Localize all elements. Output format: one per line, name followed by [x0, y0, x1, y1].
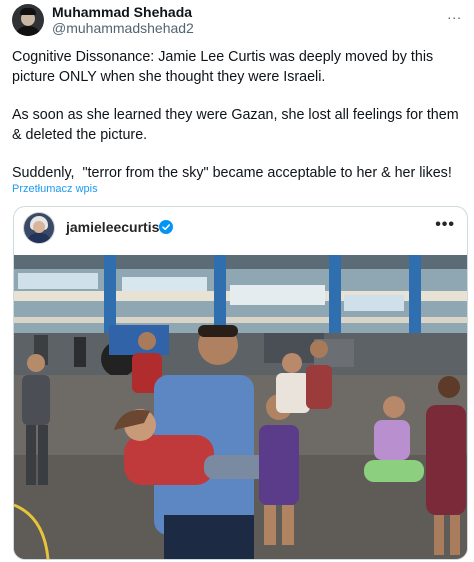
embedded-author-avatar[interactable] [24, 213, 54, 243]
tweet-paragraph-2: As soon as she learned they were Gazan, … [12, 107, 463, 143]
author-avatar[interactable] [12, 4, 44, 36]
more-options-icon[interactable]: ... [447, 6, 462, 22]
embedded-author-username[interactable]: jamieleecurtis [66, 219, 159, 235]
tweet-paragraph-3: Suddenly, "terror from the sky" became a… [12, 165, 452, 181]
author-name[interactable]: Muhammad Shehada [52, 4, 192, 20]
embedded-more-options-icon[interactable]: ••• [435, 216, 455, 234]
author-handle[interactable]: @muhammadshehad2 [52, 20, 194, 36]
tweet: Muhammad Shehada @muhammadshehad2 ... Co… [0, 0, 474, 562]
verified-badge-icon [159, 220, 173, 234]
tweet-text: Cognitive Dissonance: Jamie Lee Curtis w… [12, 48, 467, 184]
embedded-instagram-post[interactable]: jamieleecurtis ••• [13, 206, 468, 560]
post-photo [14, 255, 467, 559]
translate-link[interactable]: Przetłumacz wpis [12, 183, 98, 195]
tweet-paragraph-1: Cognitive Dissonance: Jamie Lee Curtis w… [12, 49, 438, 85]
